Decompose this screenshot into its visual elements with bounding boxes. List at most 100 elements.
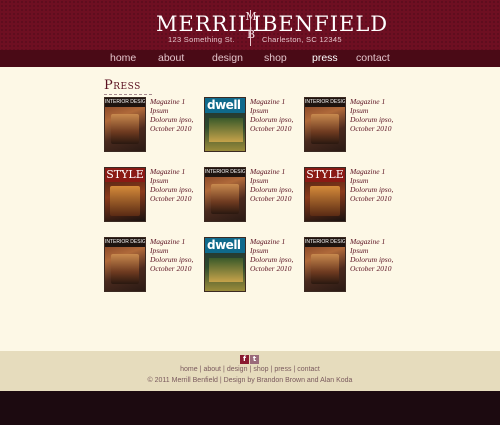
footer-link-shop[interactable]: shop <box>253 366 268 373</box>
article-title: Dolorum ipso, <box>150 185 194 194</box>
issue-date: October 2010 <box>150 124 192 133</box>
article-title: Dolorum ipso, <box>250 115 294 124</box>
footer-link-contact[interactable]: contact <box>297 366 320 373</box>
cover-masthead: STYLE <box>105 168 145 182</box>
article-title: Dolorum ipso, <box>250 255 294 264</box>
nav-press[interactable]: press <box>312 52 338 64</box>
magazine-subtitle: Ipsum <box>150 246 169 255</box>
press-item-text: Magazine 1 Ipsum Dolorum ipso, October 2… <box>150 237 200 273</box>
magazine-cover[interactable]: INTERIOR DESIGN <box>204 167 246 222</box>
bottom-bar <box>0 391 500 425</box>
press-item-text: Magazine 1 Ipsum Dolorum ipso, October 2… <box>150 167 200 203</box>
cover-photo <box>209 118 243 142</box>
nav-home[interactable]: home <box>110 52 136 64</box>
press-item: INTERIOR DESIGN Magazine 1 Ipsum Dolorum… <box>204 167 299 225</box>
issue-date: October 2010 <box>250 264 292 273</box>
magazine-cover[interactable]: dwell <box>204 237 246 292</box>
press-item-text: Magazine 1 Ipsum Dolorum ipso, October 2… <box>250 237 300 273</box>
magazine-cover[interactable]: INTERIOR DESIGN <box>104 237 146 292</box>
press-item: INTERIOR DESIGN Magazine 1 Ipsum Dolorum… <box>104 237 199 295</box>
cover-masthead: INTERIOR DESIGN <box>105 98 145 107</box>
press-item: STYLE Magazine 1 Ipsum Dolorum ipso, Oct… <box>304 167 399 225</box>
article-title: Dolorum ipso, <box>350 115 394 124</box>
cover-photo <box>111 254 139 284</box>
monogram: M B <box>244 8 258 48</box>
twitter-icon[interactable]: t <box>250 355 259 364</box>
magazine-cover[interactable]: INTERIOR DESIGN <box>304 97 346 152</box>
magazine-cover[interactable]: STYLE <box>104 167 146 222</box>
magazine-name: Magazine 1 <box>250 97 286 106</box>
address-city: Charleston, SC 12345 <box>262 35 342 44</box>
magazine-cover[interactable]: INTERIOR DESIGN <box>104 97 146 152</box>
magazine-name: Magazine 1 <box>350 97 386 106</box>
magazine-cover[interactable]: dwell <box>204 97 246 152</box>
press-item: INTERIOR DESIGN Magazine 1 Ipsum Dolorum… <box>304 237 399 295</box>
footer-link-about[interactable]: about <box>203 366 221 373</box>
magazine-subtitle: Ipsum <box>350 106 369 115</box>
magazine-name: Magazine 1 <box>150 97 186 106</box>
page-title: Press <box>104 78 141 93</box>
magazine-name: Magazine 1 <box>150 167 186 176</box>
nav-shop[interactable]: shop <box>264 52 287 64</box>
footer-nav: home | about | design | shop | press | contact <box>0 366 500 373</box>
main-content: Press INTERIOR DESIGN Magazine 1 Ipsum D… <box>0 67 500 351</box>
article-title: Dolorum ipso, <box>350 255 394 264</box>
cover-masthead: INTERIOR DESIGN <box>305 238 345 247</box>
cover-masthead: INTERIOR DESIGN <box>205 168 245 177</box>
magazine-cover[interactable]: STYLE <box>304 167 346 222</box>
nav-about[interactable]: about <box>158 52 184 64</box>
title-divider <box>104 94 152 95</box>
address-street: 123 Something St. <box>168 35 235 44</box>
monogram-top: M <box>244 8 258 26</box>
magazine-subtitle: Ipsum <box>250 246 269 255</box>
monogram-bottom: B <box>246 28 256 41</box>
brand-name-right: BENFIELD <box>262 12 389 36</box>
article-title: Dolorum ipso, <box>250 185 294 194</box>
cover-masthead: INTERIOR DESIGN <box>305 98 345 107</box>
issue-date: October 2010 <box>350 124 392 133</box>
magazine-subtitle: Ipsum <box>250 176 269 185</box>
cover-photo <box>209 258 243 282</box>
article-title: Dolorum ipso, <box>150 255 194 264</box>
site-footer: f t home | about | design | shop | press | contact… <box>0 351 500 391</box>
footer-link-home[interactable]: home <box>180 366 198 373</box>
press-item-text: Magazine 1 Ipsum Dolorum ipso, October 2… <box>150 97 200 133</box>
magazine-subtitle: Ipsum <box>350 246 369 255</box>
press-item: dwell Magazine 1 Ipsum Dolorum ipso, Oct… <box>204 237 299 295</box>
cover-photo <box>310 186 340 216</box>
facebook-icon[interactable]: f <box>240 355 249 364</box>
site-header: MERRILL M B BENFIELD 123 Something St. C… <box>0 0 500 50</box>
footer-link-press[interactable]: press <box>274 366 291 373</box>
footer-link-design[interactable]: design <box>227 366 248 373</box>
press-item: INTERIOR DESIGN Magazine 1 Ipsum Dolorum… <box>304 97 399 155</box>
cover-photo <box>111 114 139 144</box>
article-title: Dolorum ipso, <box>150 115 194 124</box>
issue-date: October 2010 <box>250 124 292 133</box>
magazine-name: Magazine 1 <box>350 167 386 176</box>
magazine-subtitle: Ipsum <box>350 176 369 185</box>
article-title: Dolorum ipso, <box>350 185 394 194</box>
press-item: dwell Magazine 1 Ipsum Dolorum ipso, Oct… <box>204 97 299 155</box>
issue-date: October 2010 <box>250 194 292 203</box>
copyright-text: © 2011 Merrill Benfield | Design by Bran… <box>147 377 353 384</box>
issue-date: October 2010 <box>350 194 392 203</box>
magazine-subtitle: Ipsum <box>150 176 169 185</box>
press-item: INTERIOR DESIGN Magazine 1 Ipsum Dolorum… <box>104 97 199 155</box>
press-item: STYLE Magazine 1 Ipsum Dolorum ipso, Oct… <box>104 167 199 225</box>
nav-contact[interactable]: contact <box>356 52 390 64</box>
site-logo[interactable]: MERRILL M B BENFIELD 123 Something St. C… <box>0 8 500 48</box>
press-item-text: Magazine 1 Ipsum Dolorum ipso, October 2… <box>350 237 400 273</box>
magazine-name: Magazine 1 <box>350 237 386 246</box>
issue-date: October 2010 <box>150 264 192 273</box>
nav-design[interactable]: design <box>212 52 243 64</box>
social-links: f t <box>240 355 259 364</box>
magazine-name: Magazine 1 <box>150 237 186 246</box>
magazine-cover[interactable]: INTERIOR DESIGN <box>304 237 346 292</box>
press-item-text: Magazine 1 Ipsum Dolorum ipso, October 2… <box>350 167 400 203</box>
issue-date: October 2010 <box>350 264 392 273</box>
cover-masthead: STYLE <box>305 168 345 182</box>
cover-masthead: INTERIOR DESIGN <box>105 238 145 247</box>
cover-photo <box>311 114 339 144</box>
main-nav: home about design shop press contact <box>0 50 500 67</box>
cover-masthead: dwell <box>205 238 245 253</box>
